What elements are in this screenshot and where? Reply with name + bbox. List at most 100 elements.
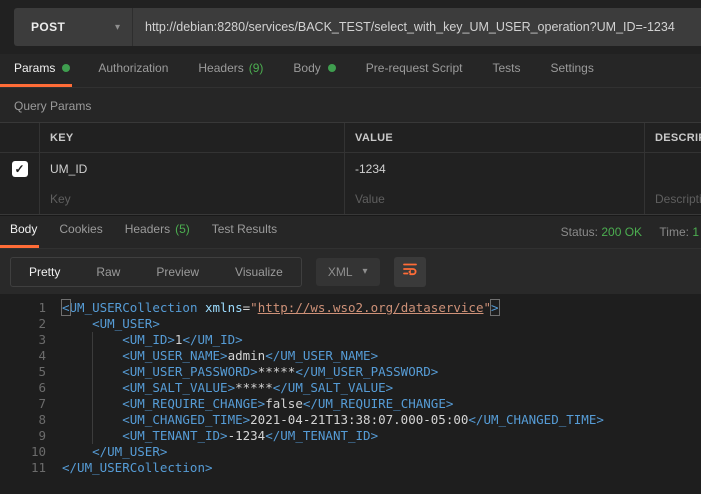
response-meta: Status: 200 OK Time: 1 [561,225,699,239]
request-tabs: Params Authorization Headers (9) Body Pre-req… [0,54,701,88]
code-line: 5 <UM_USER_PASSWORD>*****</UM_USER_PASSW… [0,364,701,380]
tab-cookies[interactable]: Cookies [57,222,104,248]
postman-window: { "colors": { "accent_orange": "#ff6c37"… [0,0,701,494]
preview-view-button[interactable]: Preview [138,258,217,286]
tab-test-results[interactable]: Test Results [210,222,279,248]
green-dot-icon [62,64,70,72]
code-text: <UM_ID>1</UM_ID> [46,332,243,348]
line-number: 11 [0,460,46,476]
code-text: <UM_TENANT_ID>-1234</UM_TENANT_ID> [46,428,378,444]
tab-tests[interactable]: Tests [490,61,522,87]
line-number: 7 [0,396,46,412]
tab-label: Settings [551,61,594,75]
url-input[interactable]: http://debian:8280/services/BACK_TEST/se… [133,8,701,46]
param-description-field[interactable] [645,153,701,184]
pretty-view-button[interactable]: Pretty [11,258,78,286]
new-param-key-input[interactable]: Key [40,184,345,214]
select-all-cell [0,123,40,152]
tab-params[interactable]: Params [0,61,72,87]
tab-label: Headers [125,222,170,236]
column-header-key: KEY [40,123,345,152]
line-number: 2 [0,316,46,332]
tab-label: Cookies [59,222,102,236]
status-label: Status: [561,225,598,239]
code-text: </UM_USER> [46,444,167,460]
param-key-field[interactable]: UM_ID [40,153,345,184]
column-header-value: VALUE [345,123,645,152]
line-number: 9 [0,428,46,444]
new-param-checkbox-cell [0,184,40,214]
code-text: <UM_CHANGED_TIME>2021-04-21T13:38:07.000… [46,412,604,428]
param-checkbox-cell: ✓ [0,153,40,184]
tab-count: (9) [249,61,264,75]
tab-headers[interactable]: Headers (9) [196,61,265,87]
tab-label: Params [14,61,55,75]
new-param-description-input[interactable]: Description [645,184,701,214]
new-param-value-input[interactable]: Value [345,184,645,214]
code-line: 2 <UM_USER> [0,316,701,332]
view-mode-group: PrettyRawPreviewVisualize [10,257,302,287]
table-header-row: KEY VALUE DESCRIPTION [0,123,701,153]
line-number: 3 [0,332,46,348]
query-params-table: KEY VALUE DESCRIPTION ✓ UM_ID-1234 Key Va… [0,122,701,215]
code-line: 4 <UM_USER_NAME>admin</UM_USER_NAME> [0,348,701,364]
format-label: XML [328,265,353,279]
code-text: <UM_USER_NAME>admin</UM_USER_NAME> [46,348,378,364]
param-enabled-checkbox[interactable]: ✓ [12,161,28,177]
code-text: <UM_USER> [46,316,160,332]
tab-label: Body [293,61,320,75]
raw-view-button[interactable]: Raw [78,258,138,286]
tab-settings[interactable]: Settings [549,61,596,87]
chevron-down-icon: ▾ [363,266,368,277]
tab-count: (5) [175,222,190,236]
response-view-toolbar: PrettyRawPreviewVisualize XML ▾ [0,249,701,294]
method-label: POST [31,20,65,34]
tab-body[interactable]: Body [0,222,39,248]
code-line: 8 <UM_CHANGED_TIME>2021-04-21T13:38:07.0… [0,412,701,428]
time-value: 1 [692,225,699,239]
tab-label: Headers [198,61,243,75]
line-number: 4 [0,348,46,364]
format-dropdown[interactable]: XML ▾ [316,258,380,286]
line-number: 6 [0,380,46,396]
xml-namespace-link[interactable]: http://ws.wso2.org/dataservice [258,300,484,315]
param-value-field[interactable]: -1234 [345,153,645,184]
response-body-editor[interactable]: 1<UM_USERCollection xmlns="http://ws.wso… [0,294,701,494]
line-number: 8 [0,412,46,428]
code-line: 11</UM_USERCollection> [0,460,701,476]
line-number: 1 [0,300,46,316]
code-text: <UM_USER_PASSWORD>*****</UM_USER_PASSWOR… [46,364,438,380]
wrap-lines-icon [402,261,418,282]
tab-label: Body [10,222,37,236]
code-line: 6 <UM_SALT_VALUE>*****</UM_SALT_VALUE> [0,380,701,396]
time-label: Time: [659,225,689,239]
code-line: 10 </UM_USER> [0,444,701,460]
status-value: 200 OK [601,225,642,239]
tab-pre-request-script[interactable]: Pre-request Script [364,61,465,87]
code-line: 9 <UM_TENANT_ID>-1234</UM_TENANT_ID> [0,428,701,444]
url-bar: POST ▾ http://debian:8280/services/BACK_… [14,8,701,46]
tab-headers[interactable]: Headers (5) [123,222,192,248]
code-text: <UM_REQUIRE_CHANGE>false</UM_REQUIRE_CHA… [46,396,453,412]
visualize-view-button[interactable]: Visualize [217,258,301,286]
tab-body[interactable]: Body [291,61,337,87]
method-dropdown[interactable]: POST ▾ [14,8,132,46]
code-text: <UM_USERCollection xmlns="http://ws.wso2… [46,300,499,316]
new-param-row: Key Value Description [0,184,701,214]
line-number: 10 [0,444,46,460]
chevron-down-icon: ▾ [115,22,120,33]
wrap-lines-button[interactable] [394,257,426,287]
tab-label: Test Results [212,222,277,236]
indent-guide [92,332,93,444]
param-row: ✓ UM_ID-1234 [0,153,701,184]
code-text: <UM_SALT_VALUE>*****</UM_SALT_VALUE> [46,380,393,396]
tab-label: Tests [492,61,520,75]
request-url-section: POST ▾ http://debian:8280/services/BACK_… [0,0,701,54]
green-dot-icon [328,64,336,72]
tab-authorization[interactable]: Authorization [96,61,170,87]
response-tabs: Body Cookies Headers (5) Test Results Status… [0,215,701,249]
query-params-title: Query Params [0,88,701,122]
code-line: 1<UM_USERCollection xmlns="http://ws.wso… [0,300,701,316]
code-text: </UM_USERCollection> [46,460,213,476]
line-number: 5 [0,364,46,380]
